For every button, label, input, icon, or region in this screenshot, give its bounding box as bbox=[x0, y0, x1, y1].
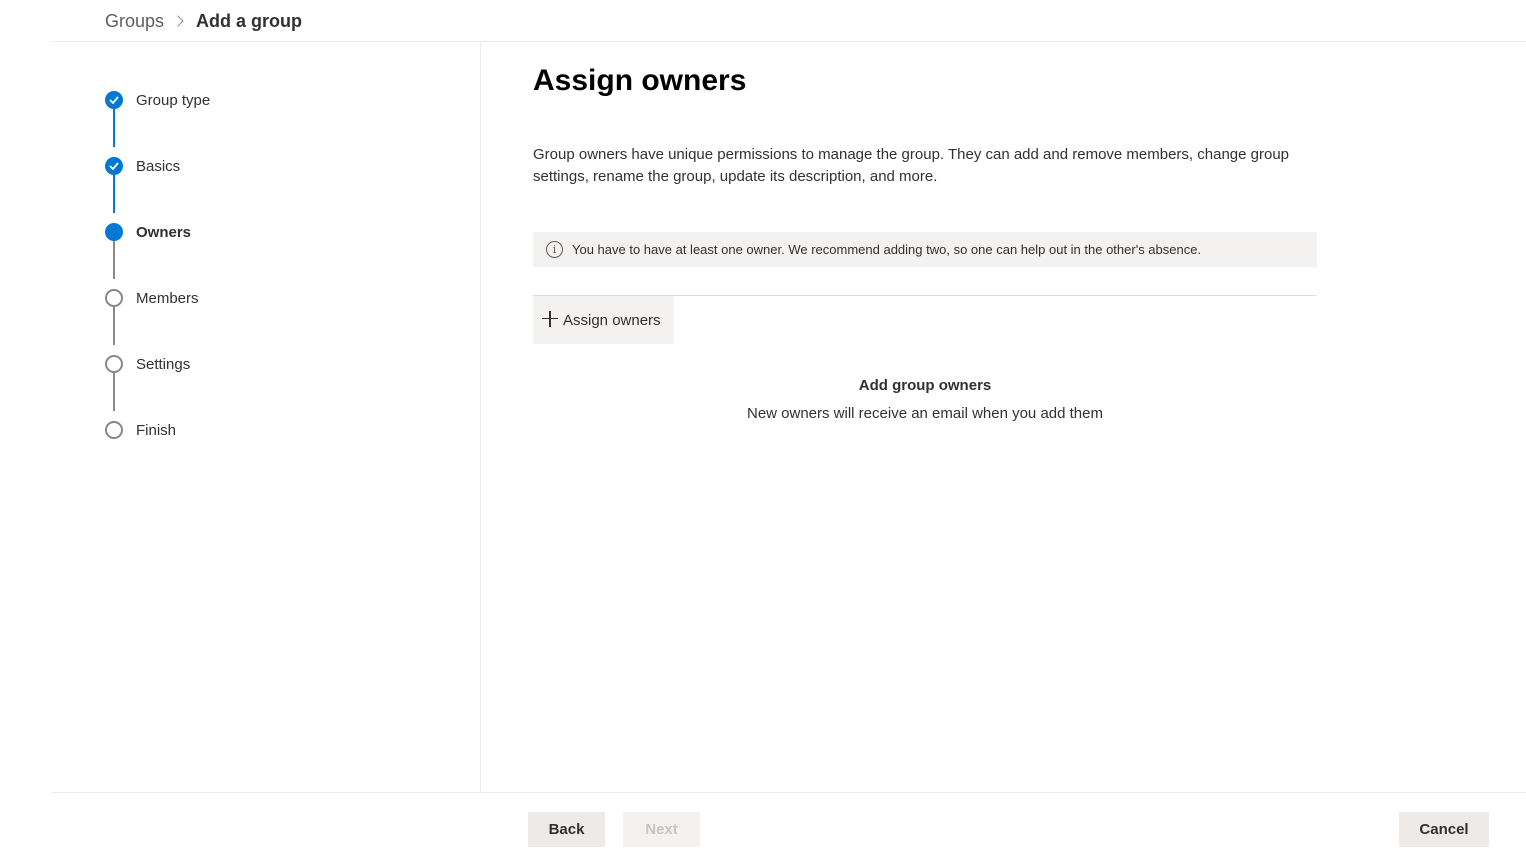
empty-state-title: Add group owners bbox=[858, 377, 992, 394]
assign-owners-button[interactable]: Assign owners bbox=[533, 296, 674, 344]
assign-owners-label: Assign owners bbox=[563, 311, 661, 329]
step-label: Owners bbox=[136, 223, 192, 241]
empty-circle-icon bbox=[105, 421, 123, 439]
step-members: Members bbox=[105, 288, 199, 308]
empty-circle-icon bbox=[105, 355, 123, 373]
empty-circle-icon bbox=[105, 289, 123, 307]
step-owners: Owners bbox=[105, 222, 191, 242]
step-finish: Finish bbox=[105, 420, 176, 440]
current-step-dot-icon bbox=[105, 223, 123, 241]
step-settings: Settings bbox=[105, 354, 190, 374]
step-label: Members bbox=[136, 289, 199, 307]
footer-divider bbox=[52, 792, 1526, 793]
breadcrumb-groups-link[interactable]: Groups bbox=[105, 11, 164, 32]
chevron-right-icon bbox=[172, 15, 184, 27]
page-description: Group owners have unique permissions to … bbox=[533, 146, 1290, 185]
step-connector bbox=[113, 175, 115, 213]
step-label: Group type bbox=[136, 91, 211, 109]
info-message-bar: i You have to have at least one owner. W… bbox=[533, 232, 1317, 267]
step-label: Basics bbox=[136, 157, 181, 175]
step-basics[interactable]: Basics bbox=[105, 156, 180, 176]
step-connector bbox=[113, 307, 115, 345]
back-button[interactable]: Back bbox=[528, 812, 605, 847]
page-title: Assign owners bbox=[533, 64, 747, 97]
step-group-type[interactable]: Group type bbox=[105, 90, 210, 110]
empty-state-subtitle: New owners will receive an email when yo… bbox=[746, 405, 1103, 422]
info-icon: i bbox=[546, 241, 563, 258]
step-connector bbox=[113, 109, 115, 147]
next-button[interactable]: Next bbox=[623, 812, 700, 847]
stepper-divider bbox=[480, 42, 481, 792]
step-connector bbox=[113, 373, 115, 411]
checkmark-icon bbox=[105, 91, 123, 109]
breadcrumb-current: Add a group bbox=[196, 10, 303, 31]
plus-icon bbox=[542, 310, 558, 327]
cancel-button[interactable]: Cancel bbox=[1399, 812, 1489, 847]
step-connector bbox=[113, 241, 115, 279]
step-label: Finish bbox=[136, 421, 177, 439]
breadcrumb: Groups Add a group bbox=[105, 8, 302, 34]
step-label: Settings bbox=[136, 355, 191, 373]
header-divider bbox=[52, 41, 1526, 42]
info-message-text: You have to have at least one owner. We … bbox=[572, 242, 1202, 257]
checkmark-icon bbox=[105, 157, 123, 175]
